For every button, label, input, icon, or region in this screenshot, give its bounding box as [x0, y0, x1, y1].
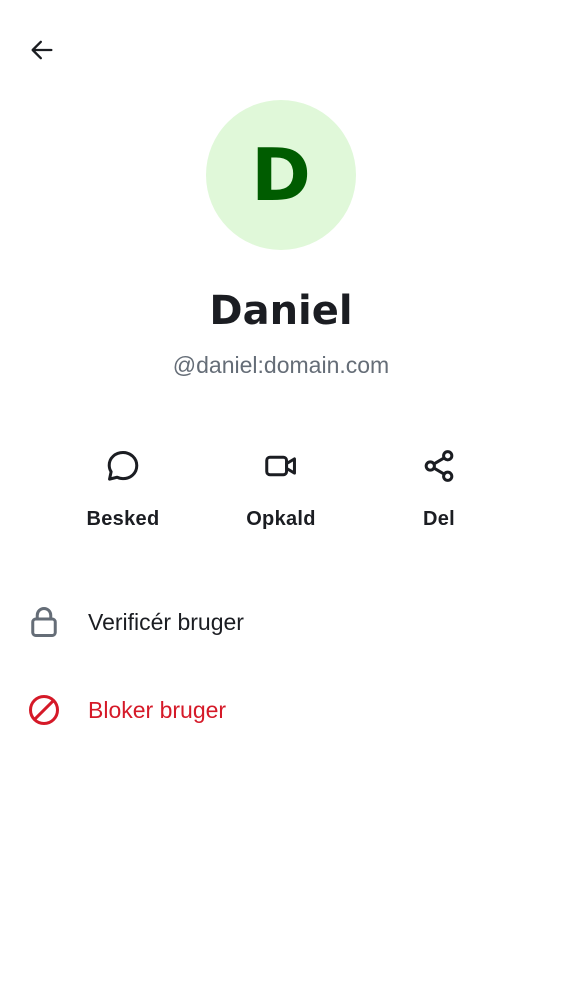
chat-bubble-icon — [97, 440, 149, 492]
call-button[interactable]: Opkald — [202, 440, 360, 531]
share-button[interactable]: Del — [360, 440, 518, 531]
message-button[interactable]: Besked — [44, 440, 202, 531]
block-user-item[interactable]: Bloker bruger — [0, 678, 562, 742]
share-label: Del — [422, 508, 456, 530]
message-label: Besked — [86, 508, 160, 530]
avatar-initial: D — [251, 133, 311, 217]
share-icon — [413, 440, 465, 492]
block-icon — [24, 690, 64, 730]
video-camera-icon — [255, 440, 307, 492]
display-name: Daniel — [209, 288, 353, 334]
call-label: Opkald — [246, 508, 316, 530]
action-bar: Besked Opkald Del — [44, 440, 518, 531]
lock-icon — [24, 602, 64, 642]
user-id: @daniel:domain.com — [172, 352, 390, 378]
block-user-label: Bloker bruger — [88, 696, 227, 723]
verify-user-item[interactable]: Verificér bruger — [0, 590, 562, 654]
back-button[interactable] — [20, 28, 64, 72]
arrow-left-icon — [31, 40, 53, 60]
verify-user-label: Verificér bruger — [88, 608, 244, 635]
avatar[interactable]: D — [206, 100, 356, 250]
